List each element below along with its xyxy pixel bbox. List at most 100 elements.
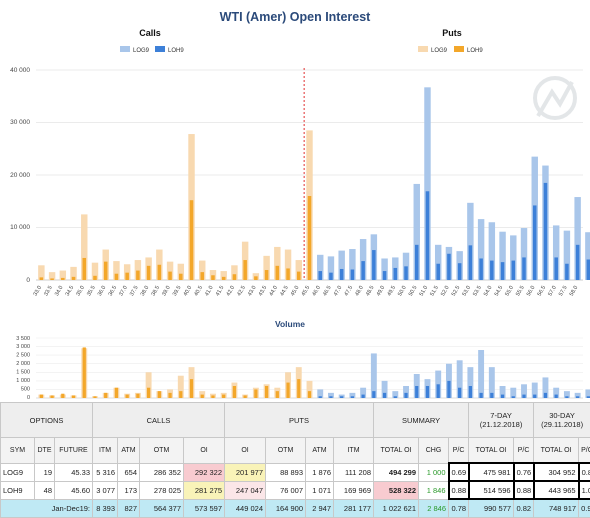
col-header: DTE <box>35 438 55 464</box>
vol-calls-loh9-bar <box>286 383 289 398</box>
oi-xtick-label: 48.5 <box>365 285 376 297</box>
oi-xtick-label: 37.5 <box>129 285 140 297</box>
table-cell: 0.88 <box>449 481 469 499</box>
oi-puts-loh9-bar <box>533 205 537 280</box>
vol-puts-loh9-bar <box>512 396 515 398</box>
table-cell: 281 275 <box>184 481 225 499</box>
oi-ytick-label: 10 000 <box>10 224 30 231</box>
open-interest-chart: WTI (Amer) Open Interest Calls Puts LOG9… <box>0 0 590 318</box>
vol-puts-loh9-bar <box>340 396 343 398</box>
oi-calls-loh9-bar <box>168 272 172 280</box>
oi-calls-loh9-bar <box>190 200 194 280</box>
puts-legend-label-loh9: LOH9 <box>467 48 483 54</box>
oi-xtick-label: 33.5 <box>43 285 54 297</box>
table-cell: 278 025 <box>140 481 184 499</box>
oi-puts-loh9-bar <box>576 245 580 280</box>
table-cell: 0.69 <box>449 463 469 481</box>
oi-calls-loh9-bar <box>211 275 215 280</box>
vol-ytick-label: 3 500 <box>16 336 30 342</box>
table-cell: 2 846 <box>419 499 449 518</box>
oi-xtick-label: 36.0 <box>97 285 108 297</box>
vol-ytick-label: 1 000 <box>16 378 30 384</box>
table-cell: 475 981 <box>469 463 514 481</box>
oi-calls-loh9-bar <box>200 272 204 280</box>
vol-puts-loh9-bar <box>426 386 429 398</box>
oi-xtick-label: 56.5 <box>537 285 548 297</box>
vol-calls-loh9-bar <box>308 391 311 398</box>
oi-xtick-label: 46.5 <box>322 285 333 297</box>
summary-table: OPTIONS CALLS PUTS SUMMARY 7-DAY (21.12.… <box>0 402 590 518</box>
vol-puts-loh9-bar <box>383 393 386 398</box>
vol-puts-loh9-bar <box>490 393 493 398</box>
vol-puts-log9-bar <box>478 350 484 398</box>
group-summary: SUMMARY <box>374 403 469 438</box>
vol-calls-loh9-bar <box>93 396 96 398</box>
oi-xtick-label: 53.5 <box>472 285 483 297</box>
table-cell: 1 022 621 <box>374 499 419 518</box>
vol-ytick-label: 3 000 <box>16 344 30 350</box>
oi-puts-loh9-bar <box>436 264 440 280</box>
oi-xtick-label: 58.0 <box>569 285 580 297</box>
table-cell: LOG9 <box>1 463 35 481</box>
table-cell: 286 352 <box>140 463 184 481</box>
table-cell: 494 299 <box>374 463 419 481</box>
oi-puts-loh9-bar <box>469 245 473 280</box>
table-cell: 990 577 <box>469 499 514 518</box>
vol-calls-loh9-bar <box>40 395 43 398</box>
col-header: ATM <box>306 438 334 464</box>
oi-calls-loh9-bar <box>158 265 162 280</box>
vol-calls-loh9-bar <box>211 395 214 398</box>
vol-calls-loh9-bar <box>147 388 150 398</box>
oi-puts-loh9-bar <box>522 257 526 280</box>
col-header: OI <box>184 438 225 464</box>
vol-puts-loh9-bar <box>479 393 482 398</box>
oi-puts-loh9-bar <box>340 269 344 280</box>
vol-calls-loh9-bar <box>104 393 107 398</box>
oi-xtick-label: 34.0 <box>54 285 65 297</box>
oi-puts-loh9-bar <box>383 271 387 280</box>
oi-xtick-label: 37.0 <box>118 285 129 297</box>
vol-puts-loh9-bar <box>469 386 472 398</box>
vol-puts-loh9-bar <box>329 396 332 398</box>
vol-ytick-label: 500 <box>21 387 30 393</box>
oi-xtick-label: 41.0 <box>204 285 215 297</box>
oi-xtick-label: 42.0 <box>226 285 237 297</box>
vol-calls-loh9-bar <box>179 391 182 398</box>
vol-calls-loh9-bar <box>265 386 268 398</box>
table-cell: 443 965 <box>534 481 579 499</box>
oi-xtick-label: 55.5 <box>515 285 526 297</box>
oi-xtick-label: 50.0 <box>397 285 408 297</box>
oi-xtick-label: 35.0 <box>75 285 86 297</box>
vol-calls-loh9-bar <box>72 395 75 398</box>
oi-calls-loh9-bar <box>265 270 269 280</box>
oi-xtick-label: 38.5 <box>151 285 162 297</box>
table-cell: 2 947 <box>306 499 334 518</box>
oi-puts-loh9-bar <box>361 261 365 280</box>
vol-puts-loh9-bar <box>555 395 558 398</box>
table-cell: 48 <box>35 481 55 499</box>
oi-ytick-label: 40 000 <box>10 67 30 74</box>
table-cell: 573 597 <box>184 499 225 518</box>
oi-xtick-label: 47.5 <box>344 285 355 297</box>
table-cell: 8 393 <box>93 499 118 518</box>
oi-puts-loh9-bar <box>404 266 408 280</box>
table-cell: 19 <box>35 463 55 481</box>
oi-xtick-label: 36.5 <box>108 285 119 297</box>
oi-puts-loh9-bar <box>318 271 322 280</box>
oi-xtick-label: 51.5 <box>429 285 440 297</box>
col-header: ITM <box>93 438 118 464</box>
table-cell: 0.78 <box>449 499 469 518</box>
oi-xtick-label: 47.0 <box>333 285 344 297</box>
vol-ytick-label: 2 500 <box>16 353 30 359</box>
vol-y-axis: 3 500 3 000 2 500 2 000 1 500 1 000 500 … <box>16 336 30 401</box>
oi-puts-loh9-bar <box>394 268 398 280</box>
puts-legend: LOG9 LOH9 <box>418 46 483 54</box>
vol-puts-loh9-bar <box>565 396 568 398</box>
vol-puts-loh9-bar <box>394 396 397 398</box>
vol-calls-loh9-bar <box>61 394 64 398</box>
table-cell: 827 <box>118 499 140 518</box>
oi-xtick-label: 34.5 <box>65 285 76 297</box>
table-total-row: Jan-Dec19: 8 393 827 564 377 573 597 449… <box>1 499 590 518</box>
table-cell: 528 322 <box>374 481 419 499</box>
oi-xtick-label: 46.0 <box>311 285 322 297</box>
